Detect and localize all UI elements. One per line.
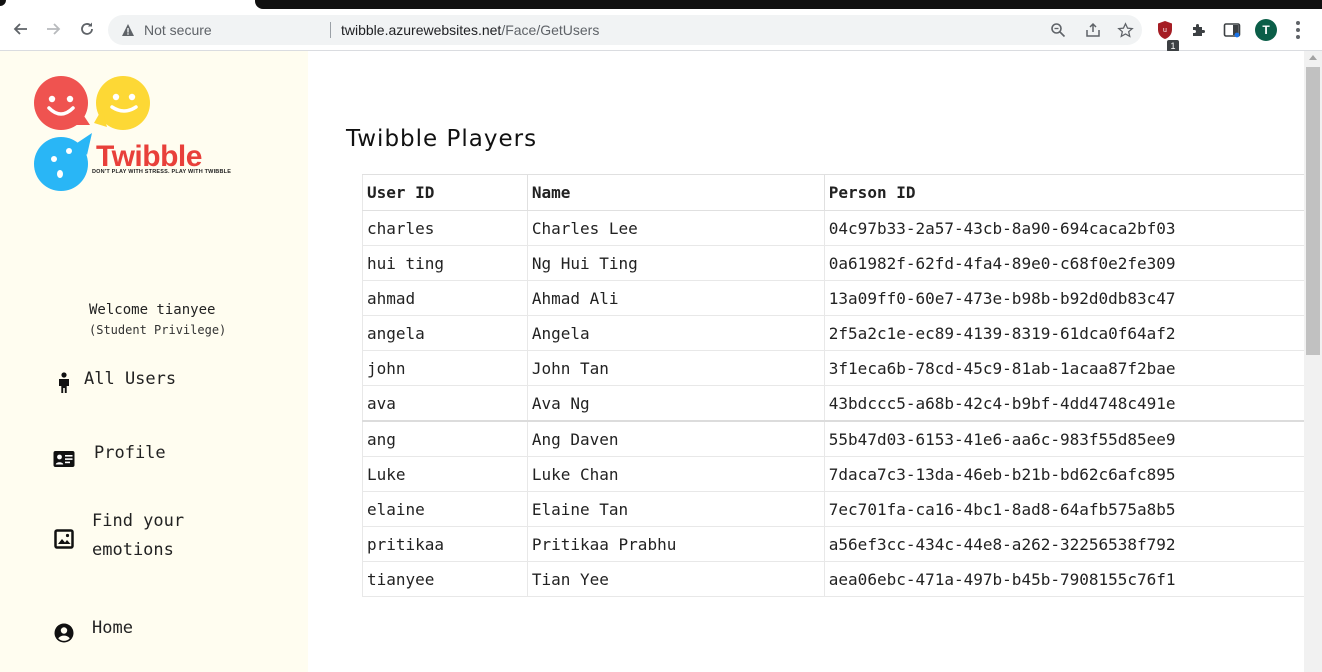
extensions-puzzle-icon[interactable] — [1186, 18, 1210, 42]
tab-edge — [0, 0, 6, 6]
browser-menu-icon[interactable] — [1291, 18, 1305, 42]
cell-name: Charles Lee — [526, 210, 825, 246]
url-path: /Face/GetUsers — [501, 22, 600, 38]
reload-button[interactable] — [74, 16, 100, 42]
security-status[interactable]: Not secure — [144, 22, 212, 38]
address-bar[interactable]: Not secure twibble.azurewebsites.net/Fac… — [108, 15, 1142, 45]
column-header-person-id: Person ID — [823, 174, 1304, 211]
account-circle-icon — [50, 619, 78, 647]
cell-user-id: ang — [362, 420, 528, 457]
main-content: Twibble Players User ID Name Person ID c… — [308, 51, 1304, 672]
cell-name: Ava Ng — [526, 385, 825, 422]
table-row: john John Tan 3f1eca6b-78cd-45c9-81ab-1aca… — [362, 350, 1304, 386]
table-row: elaine Elaine Tan 7ec701fa-ca16-4bc1-8ad8-… — [362, 491, 1304, 527]
nav-home[interactable]: Home — [50, 609, 133, 647]
page-title: Twibble Players — [346, 126, 538, 152]
welcome-text: Welcome tianyee — [89, 302, 216, 318]
scroll-up-arrow-icon[interactable] — [1309, 55, 1317, 60]
nav-home-label: Home — [92, 617, 133, 638]
share-icon[interactable] — [1083, 20, 1103, 40]
table-row: charles Charles Lee 04c97b33-2a57-43cb-8a9… — [362, 210, 1304, 246]
back-button[interactable] — [7, 16, 33, 42]
table-row: Luke Luke Chan 7daca7c3-13da-46eb-b21b-bd6… — [362, 456, 1304, 492]
players-table: User ID Name Person ID charles Charles Le… — [362, 174, 1304, 597]
cell-name: Elaine Tan — [526, 491, 825, 527]
cell-user-id: Luke — [362, 456, 528, 492]
page-scrollbar[interactable] — [1304, 51, 1322, 672]
ublock-shield-icon[interactable]: u — [1157, 20, 1173, 40]
scrollbar-thumb[interactable] — [1306, 67, 1320, 355]
cell-person-id: 55b47d03-6153-41e6-aa6c-983f55d85ee9 — [823, 420, 1304, 457]
cell-user-id: john — [362, 350, 528, 386]
window-top-strip — [0, 0, 1322, 10]
cell-user-id: angela — [362, 315, 528, 351]
cell-person-id: a56ef3cc-434c-44e8-a262-32256538f792 — [823, 526, 1304, 562]
cell-person-id: 0a61982f-62fd-4fa4-89e0-c68f0e2fe309 — [823, 245, 1304, 281]
cell-name: Ang Daven — [526, 420, 825, 457]
forward-arrow-icon — [47, 23, 61, 35]
nav-profile-label: Profile — [94, 442, 166, 463]
table-row: ahmad Ahmad Ali 13a09ff0-60e7-473e-b98b-b9… — [362, 280, 1304, 316]
cell-person-id: 7daca7c3-13da-46eb-b21b-bd62c6afc895 — [823, 456, 1304, 492]
browser-toolbar: Not secure twibble.azurewebsites.net/Fac… — [0, 10, 1322, 52]
cell-user-id: pritikaa — [362, 526, 528, 562]
nav-find-emotions[interactable]: Find your emotions — [50, 507, 184, 565]
column-header-name: Name — [526, 174, 825, 211]
cell-person-id: 43bdccc5-a68b-42c4-b9bf-4dd4748c491e — [823, 385, 1304, 422]
table-row: hui ting Ng Hui Ting 0a61982f-62fd-4fa4-89… — [362, 245, 1304, 281]
cell-person-id: 04c97b33-2a57-43cb-8a90-694caca2bf03 — [823, 210, 1304, 246]
cell-name: Pritikaa Prabhu — [526, 526, 825, 562]
cell-user-id: ava — [362, 385, 528, 422]
column-header-user-id: User ID — [362, 174, 528, 211]
cell-person-id: 2f5a2c1e-ec89-4139-8319-61dca0f64af2 — [823, 315, 1304, 351]
cell-user-id: tianyee — [362, 561, 528, 597]
bookmark-star-icon[interactable] — [1115, 20, 1135, 40]
table-row: ang Ang Daven 55b47d03-6153-41e6-aa6c-983f… — [362, 420, 1304, 457]
id-card-icon — [50, 445, 78, 473]
logo-tagline: DON'T PLAY WITH STRESS. PLAY WITH TWIBBL… — [92, 169, 232, 175]
image-icon — [50, 525, 78, 553]
cell-name: Angela — [526, 315, 825, 351]
cell-name: Luke Chan — [526, 456, 825, 492]
side-panel-icon[interactable] — [1220, 18, 1244, 42]
sidebar: Twibble DON'T PLAY WITH STRESS. PLAY WIT… — [0, 51, 308, 672]
cell-person-id: 3f1eca6b-78cd-45c9-81ab-1acaa87f2bae — [823, 350, 1304, 386]
privilege-text: (Student Privilege) — [89, 323, 227, 337]
tab-strip — [255, 0, 1322, 9]
url-host: twibble.azurewebsites.net — [341, 22, 502, 38]
table-row: ava Ava Ng 43bdccc5-a68b-42c4-b9bf-4dd4748… — [362, 385, 1304, 422]
table-row: angela Angela 2f5a2c1e-ec89-4139-8319-61dc… — [362, 315, 1304, 351]
cell-user-id: elaine — [362, 491, 528, 527]
nav-all-users-label: All Users — [84, 368, 177, 389]
reload-icon — [81, 22, 93, 35]
zoom-icon[interactable] — [1048, 20, 1068, 40]
nav-profile[interactable]: Profile — [50, 433, 166, 473]
svg-text:u: u — [1163, 27, 1167, 34]
table-row: pritikaa Pritikaa Prabhu a56ef3cc-434c-44e… — [362, 526, 1304, 562]
address-separator — [330, 22, 331, 38]
person-icon — [50, 369, 78, 397]
table-header-row: User ID Name Person ID — [362, 174, 1304, 211]
cell-name: Ahmad Ali — [526, 280, 825, 316]
nav-all-users[interactable]: All Users — [50, 361, 176, 397]
cell-user-id: hui ting — [362, 245, 528, 281]
cell-person-id: 7ec701fa-ca16-4bc1-8ad8-64afb575a8b5 — [823, 491, 1304, 527]
url-text[interactable]: twibble.azurewebsites.net/Face/GetUsers — [341, 22, 599, 38]
cell-name: Tian Yee — [526, 561, 825, 597]
forward-button[interactable] — [41, 16, 67, 42]
warning-triangle-icon — [122, 24, 134, 36]
cell-user-id: charles — [362, 210, 528, 246]
cell-person-id: aea06ebc-471a-497b-b45b-7908155c76f1 — [823, 561, 1304, 597]
cell-name: Ng Hui Ting — [526, 245, 825, 281]
profile-avatar[interactable]: T — [1255, 19, 1277, 41]
table-row: tianyee Tian Yee aea06ebc-471a-497b-b45b-7… — [362, 561, 1304, 597]
cell-user-id: ahmad — [362, 280, 528, 316]
cell-person-id: 13a09ff0-60e7-473e-b98b-b92d0db83c47 — [823, 280, 1304, 316]
twibble-logo[interactable] — [32, 75, 282, 195]
nav-find-emotions-label: Find your emotions — [92, 511, 185, 560]
back-arrow-icon — [13, 23, 27, 35]
cell-name: John Tan — [526, 350, 825, 386]
